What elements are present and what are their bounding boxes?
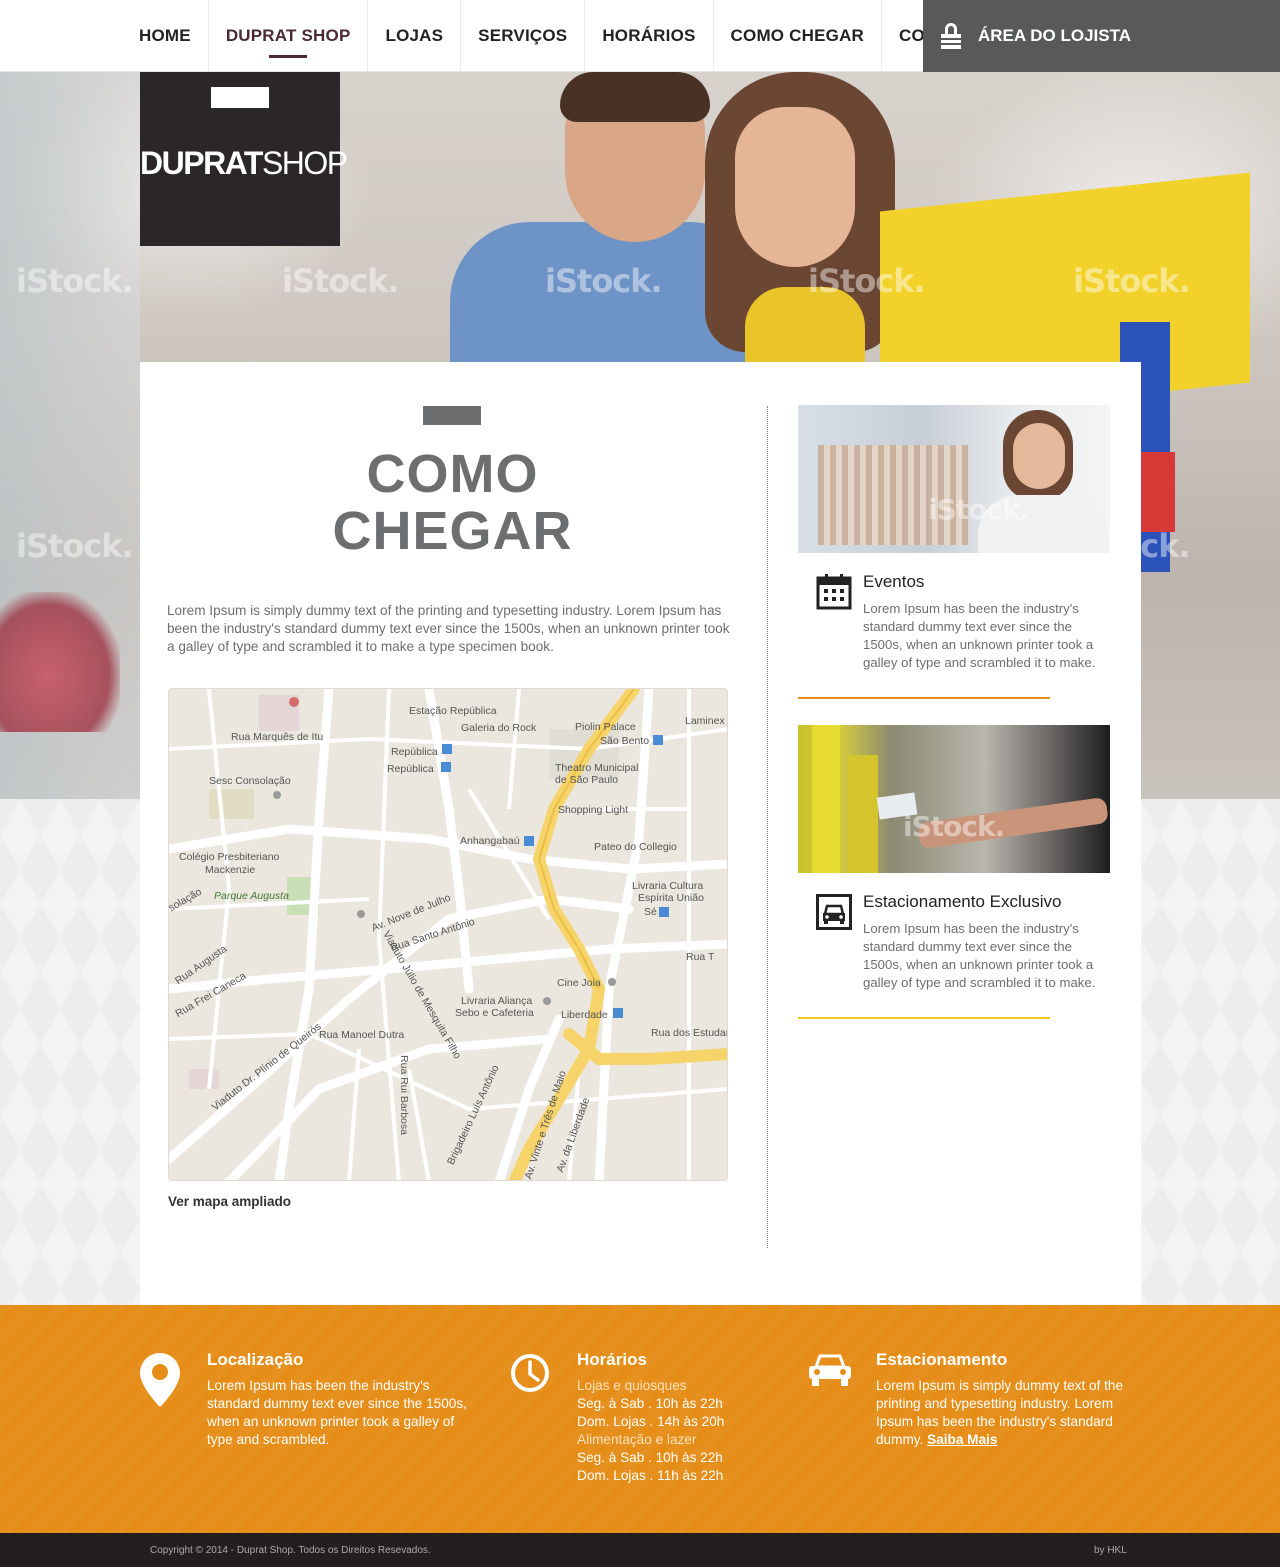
map-label: Rua Rui Barbosa (397, 1055, 410, 1135)
nav-item-lojas[interactable]: LOJAS (368, 0, 462, 72)
map-label: Estação República (409, 705, 497, 717)
horarios-title: Horários (577, 1350, 647, 1369)
nav-item-home[interactable]: HOME (122, 0, 209, 72)
logo-bar (211, 87, 269, 108)
map-label: Sé (644, 906, 657, 918)
map-label: Rua dos Estudan (651, 1027, 728, 1039)
title-accent-bar (423, 406, 481, 425)
map-label: Colégio Presbiteriano (179, 851, 280, 863)
duprat-shop-logo[interactable]: DUPRATSHOP (140, 72, 348, 246)
map-label: Livraria Cultura (632, 880, 704, 892)
horarios-line: Dom. Lojas . 14h às 20h (577, 1414, 725, 1429)
parking-machine (848, 755, 878, 873)
eventos-rule (798, 697, 1050, 699)
map-label: Piolin Palace (575, 721, 636, 733)
map-label: Sebo e Cafeteria (455, 1007, 534, 1019)
logo-light-text: SHOP (261, 145, 348, 181)
estacionamento-watermark: iStock. (903, 810, 1005, 843)
hero-shoes-display (0, 592, 120, 732)
map-label: Mackenzie (205, 864, 256, 876)
clock-icon (511, 1354, 549, 1392)
hero-watermark: iStock. (808, 262, 926, 300)
main-menu: HOME DUPRAT SHOP LOJAS SERVIÇOS HORÁRIOS… (122, 0, 1000, 72)
view-larger-map-link[interactable]: Ver mapa ampliado (168, 1194, 291, 1209)
map-label: de São Paulo (555, 774, 619, 786)
nav-item-servicos[interactable]: SERVIÇOS (461, 0, 586, 72)
map-label: Rua Marquês de Itu (231, 731, 324, 743)
map-label: República (391, 746, 438, 758)
location-map[interactable]: Estação República Galeria do Rock Piolin… (168, 688, 728, 1181)
map-label: Espírita União (638, 892, 704, 904)
parking-post (812, 725, 840, 873)
map-label: Laminex (685, 715, 725, 727)
hero-watermark: iStock. (16, 262, 134, 300)
intro-paragraph: Lorem Ipsum is simply dummy text of the … (167, 603, 730, 654)
info-footer: Localização Lorem Ipsum has been the ind… (0, 1305, 1280, 1533)
page-title: COMO CHEGAR (280, 446, 625, 560)
top-navigation: HOME DUPRAT SHOP LOJAS SERVIÇOS HORÁRIOS… (0, 0, 1280, 72)
map-label: Parque Augusta (214, 890, 289, 902)
hero-watermark: iStock. (545, 262, 663, 300)
eventos-text: Lorem Ipsum has been the industry's stan… (863, 601, 1096, 670)
nav-item-como-chegar[interactable]: COMO CHEGAR (714, 0, 883, 72)
lock-icon (941, 23, 961, 49)
map-label: República (387, 763, 434, 775)
map-label: Theatro Municipal (555, 762, 639, 774)
map-label: Sesc Consolação (209, 775, 291, 787)
hero-man-hair (560, 72, 710, 122)
hero-watermark: iStock. (282, 262, 400, 300)
horarios-group-alimentacao: Alimentação e lazer (577, 1432, 697, 1447)
map-label: Liberdade (561, 1009, 608, 1021)
map-label: Livraria Aliança (461, 995, 533, 1007)
map-label: Anhangabaú (460, 835, 520, 847)
map-label: São Bento (600, 735, 650, 747)
map-label: Rua T (686, 951, 715, 963)
nav-item-duprat-shop[interactable]: DUPRAT SHOP (209, 0, 369, 72)
copyright-text: Copyright © 2014 - Duprat Shop. Todos os… (150, 1545, 431, 1556)
page-title-line-2: CHEGAR (332, 501, 573, 561)
logo-bold-text: DUPRAT (140, 145, 263, 181)
map-label: Cine Joia (557, 977, 601, 989)
hero-red-bag-2 (1140, 452, 1175, 532)
estacionamento-info-title: Estacionamento (876, 1350, 1008, 1369)
logo-text: DUPRATSHOP (140, 145, 348, 182)
localizacao-text: Lorem Ipsum has been the industry's stan… (207, 1378, 467, 1447)
estacionamento-text: Lorem Ipsum has been the industry's stan… (863, 921, 1096, 990)
page-title-line-1: COMO (366, 444, 539, 504)
eventos-woman-face (1013, 423, 1065, 489)
map-pin-icon (140, 1353, 180, 1407)
hero-watermark: iStock. (16, 527, 134, 565)
saiba-mais-link[interactable]: Saiba Mais (927, 1432, 997, 1447)
horarios-group-lojas: Lojas e quiosques (577, 1378, 687, 1393)
estacionamento-image[interactable]: iStock. (798, 725, 1110, 873)
horarios-list: Lojas e quiosques Seg. à Sab . 10h às 22… (577, 1377, 777, 1485)
area-do-lojista-label: ÁREA DO LOJISTA (978, 26, 1132, 45)
hero-woman-face (735, 107, 855, 267)
calendar-icon (816, 574, 852, 610)
map-label: Shopping Light (558, 804, 629, 816)
horarios-line: Seg. à Sab . 10h às 22h (577, 1396, 723, 1411)
estacionamento-title[interactable]: Estacionamento Exclusivo (863, 892, 1061, 912)
car-icon (809, 1354, 851, 1386)
column-divider (767, 406, 768, 1248)
map-label: Rua Manoel Dutra (319, 1029, 405, 1041)
parking-car-icon (816, 894, 852, 930)
map-label: Pateo do Collegio (594, 841, 677, 853)
eventos-title[interactable]: Eventos (863, 572, 924, 592)
main-content: COMO CHEGAR Lorem Ipsum is simply dummy … (140, 362, 1141, 1305)
estacionamento-rule (798, 1017, 1050, 1019)
estacionamento-info-body: Lorem Ipsum is simply dummy text of the … (876, 1378, 1124, 1447)
eventos-image[interactable]: iStock. (798, 405, 1110, 553)
horarios-line: Seg. à Sab . 10h às 22h (577, 1450, 723, 1465)
eventos-watermark: iStock. (928, 493, 1030, 526)
area-do-lojista-button[interactable]: ÁREA DO LOJISTA (923, 0, 1280, 72)
map-label: Galeria do Rock (461, 722, 537, 734)
horarios-line: Dom. Lojas . 11h às 22h (577, 1468, 724, 1483)
localizacao-title: Localização (207, 1350, 304, 1369)
hero-watermark: iStock. (1073, 262, 1191, 300)
estacionamento-info-text: Lorem Ipsum is simply dummy text of the … (876, 1377, 1126, 1449)
nav-item-horarios[interactable]: HORÁRIOS (585, 0, 714, 72)
credit-link[interactable]: by HKL (1094, 1545, 1127, 1556)
copyright-bar: Copyright © 2014 - Duprat Shop. Todos os… (0, 1533, 1280, 1567)
